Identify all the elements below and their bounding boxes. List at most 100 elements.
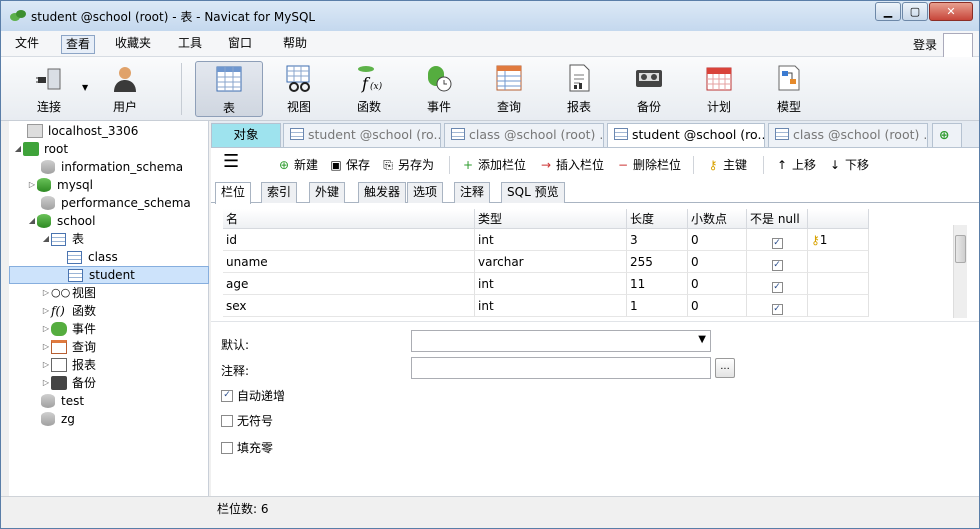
menu-help[interactable]: 帮助 [279,35,311,54]
tree-table-student[interactable]: student [9,266,209,284]
cell-nn[interactable]: ✓ [747,251,808,273]
table-row[interactable]: sex int 1 0 ✓ [223,295,967,317]
close-button[interactable]: ✕ [929,2,973,21]
not-null-checkbox[interactable]: ✓ [771,282,783,293]
tree-localhost[interactable]: localhost_3306 [27,122,138,140]
cell-key[interactable]: ⚷1 [808,229,869,251]
cell-nn[interactable]: ✓ [747,273,808,295]
move-up-button[interactable]: ↑ 上移 [775,156,816,174]
tree-school[interactable]: ◢ school [27,212,95,230]
cell-name[interactable]: age [223,273,475,295]
expand-icon[interactable]: ▷ [41,302,51,320]
zerofill-checkbox[interactable]: 填充零 [221,439,273,456]
tree-reports[interactable]: ▷ 报表 [41,356,96,374]
tab-options[interactable]: 选项 [407,182,444,203]
schedule-button[interactable]: 计划 [685,61,753,117]
tab-class-2[interactable]: class @school (root) ... [768,123,928,147]
login-link[interactable]: 登录 [913,36,937,53]
collapse-icon[interactable]: ◢ [27,212,37,230]
expand-icon[interactable]: ▷ [41,356,51,374]
table-row[interactable]: uname varchar 255 0 ✓ [223,251,967,273]
tab-comments[interactable]: 注释 [454,182,491,203]
comment-edit-button[interactable]: ... [715,358,735,378]
menu-window[interactable]: 窗口 [224,35,256,54]
connection-button[interactable]: 连接 [15,61,83,117]
collapse-icon[interactable]: ◢ [41,230,51,248]
save-as-button[interactable]: ⎘ 另存为 [381,156,434,174]
cell-len[interactable]: 1 [627,295,688,317]
tree-functions[interactable]: ▷ f() 函数 [41,302,96,320]
view-button[interactable]: 视图 [265,61,333,117]
menu-favorites[interactable]: 收藏夹 [111,35,155,54]
cell-len[interactable]: 255 [627,251,688,273]
not-null-checkbox[interactable]: ✓ [771,304,783,315]
grid-scrollbar[interactable] [953,225,967,318]
insert-column-button[interactable]: → 插入栏位 [539,156,604,174]
tree-queries[interactable]: ▷ 查询 [41,338,96,356]
minimize-button[interactable]: ▁ [875,2,901,21]
new-tab-button[interactable]: ⊕ [932,123,962,147]
move-down-button[interactable]: ↓ 下移 [828,156,869,174]
tree-table-class[interactable]: class [67,248,118,266]
function-button[interactable]: f (x) 函数 [335,61,403,117]
collapse-icon[interactable]: ◢ [13,140,23,158]
menu-tools[interactable]: 工具 [174,35,206,54]
header-length[interactable]: 长度 [627,209,688,229]
primary-key-button[interactable]: ⚷ 主键 [706,156,747,174]
expand-icon[interactable]: ▷ [41,338,51,356]
expand-icon[interactable]: ▷ [27,176,37,194]
tree-events[interactable]: ▷ 事件 [41,320,96,338]
tree-test[interactable]: test [41,392,84,410]
header-not-null[interactable]: 不是 null [747,209,808,229]
cell-nn[interactable]: ✓ [747,295,808,317]
tab-class-1[interactable]: class @school (root) ... [444,123,604,147]
auto-increment-checkbox[interactable]: ✓ 自动递增 [221,387,285,404]
scrollbar-thumb[interactable] [955,235,966,263]
cell-key[interactable] [808,295,869,317]
unsigned-checkbox[interactable]: 无符号 [221,412,273,429]
cell-dec[interactable]: 0 [688,295,747,317]
add-column-button[interactable]: + 添加栏位 [461,156,526,174]
cell-type[interactable]: int [475,295,627,317]
backup-button[interactable]: 备份 [615,61,683,117]
cell-len[interactable]: 3 [627,229,688,251]
tab-student-1[interactable]: student @school (ro... [283,123,441,147]
header-type[interactable]: 类型 [475,209,627,229]
default-select[interactable]: ▼ [411,330,711,352]
table-row[interactable]: age int 11 0 ✓ [223,273,967,295]
report-button[interactable]: 报表 [545,61,613,117]
model-button[interactable]: 模型 [755,61,823,117]
cell-dec[interactable]: 0 [688,251,747,273]
cell-type[interactable]: varchar [475,251,627,273]
cell-name[interactable]: sex [223,295,475,317]
table-row[interactable]: idint30✓⚷1▶ [223,229,967,251]
header-decimals[interactable]: 小数点 [688,209,747,229]
new-button[interactable]: ⊕ 新建 [277,156,318,174]
delete-column-button[interactable]: − 删除栏位 [616,156,681,174]
cell-key[interactable] [808,251,869,273]
expand-icon[interactable]: ▷ [41,284,51,302]
tab-indexes[interactable]: 索引 [261,182,298,203]
save-button[interactable]: ▣ 保存 [329,156,370,174]
not-null-checkbox[interactable]: ✓ [771,260,783,271]
query-button[interactable]: 查询 [475,61,543,117]
tab-triggers[interactable]: 触发器 [358,182,407,203]
tab-fields[interactable]: 栏位 [215,182,252,204]
menu-view[interactable]: 查看 [61,35,96,54]
not-null-checkbox[interactable]: ✓ [771,238,783,249]
tree-backups[interactable]: ▷ 备份 [41,374,96,392]
tree-views[interactable]: ▷ ○○ 视图 [41,284,96,302]
table-button[interactable]: 表 [195,61,263,117]
tab-sql-preview[interactable]: SQL 预览 [501,182,565,203]
tree-mysql[interactable]: ▷ mysql [27,176,93,194]
connection-dropdown-icon[interactable]: ▼ [82,83,88,92]
cell-nn[interactable]: ✓ [747,229,808,251]
tree-zg[interactable]: zg [41,410,75,428]
hamburger-menu-icon[interactable]: ☰ [223,153,239,171]
tree-information-schema[interactable]: information_schema [41,158,183,176]
menu-file[interactable]: 文件 [11,35,43,54]
tree-root[interactable]: ◢ root [13,140,68,158]
tab-foreign-keys[interactable]: 外键 [309,182,346,203]
user-button[interactable]: 用户 [91,61,159,117]
tree-tables[interactable]: ◢ 表 [41,230,84,248]
